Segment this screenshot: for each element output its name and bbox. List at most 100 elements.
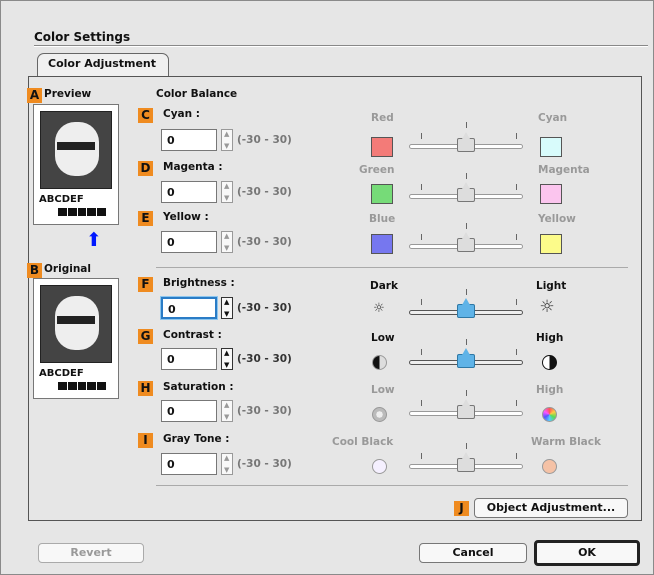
cyan-label: Cyan :: [163, 108, 200, 120]
gray-tone-slider-knob[interactable]: [457, 452, 475, 472]
light-label: Light: [536, 280, 567, 292]
color-balance-heading: Color Balance: [156, 88, 238, 100]
saturation-stepper[interactable]: [221, 400, 233, 422]
yellow-slider-knob[interactable]: [457, 232, 475, 252]
cool-black-icon: [372, 459, 387, 474]
marker-c: C: [138, 108, 153, 123]
brightness-stepper[interactable]: [221, 297, 233, 319]
contrast-slider-center-tick: [466, 339, 467, 345]
gray-tone-stepper[interactable]: [221, 453, 233, 475]
high-contrast-label: High: [536, 332, 564, 344]
saturation-range: (-30 - 30): [237, 405, 292, 417]
window-title: Color Settings: [34, 30, 131, 44]
marker-e: E: [138, 211, 153, 226]
red-swatch: [371, 137, 393, 157]
ok-button[interactable]: OK: [534, 540, 640, 566]
preview-thumbnail: ABCDEF: [33, 104, 119, 225]
brightness-slider-knob[interactable]: [457, 298, 475, 318]
original-thumbnail: ABCDEF: [33, 278, 119, 399]
preview-photo: [40, 111, 112, 189]
magenta-side-label: Magenta: [538, 164, 590, 176]
marker-i: I: [138, 433, 153, 448]
magenta-label: Magenta :: [163, 161, 223, 173]
cyan-slider-center-tick: [466, 122, 467, 128]
yellow-input[interactable]: 0: [161, 231, 217, 253]
cyan-slider-right-tick: [516, 133, 517, 139]
marker-b: B: [27, 263, 42, 278]
cyan-slider-knob[interactable]: [457, 132, 475, 152]
cyan-swatch: [540, 137, 562, 157]
preview-swatches: [58, 208, 106, 216]
blue-label: Blue: [369, 213, 396, 225]
brightness-slider-right-tick: [516, 299, 517, 305]
green-label: Green: [359, 164, 395, 176]
cyan-stepper[interactable]: [221, 129, 233, 151]
yellow-slider-center-tick: [466, 223, 467, 229]
high-saturation-icon: [542, 407, 557, 422]
preview-label: Preview: [44, 88, 92, 100]
warm-black-label: Warm Black: [531, 436, 601, 448]
brightness-range: (-30 - 30): [237, 302, 292, 314]
gray-tone-slider-center-tick: [466, 443, 467, 449]
original-photo: [40, 285, 112, 363]
yellow-label: Yellow :: [163, 211, 209, 223]
saturation-input[interactable]: 0: [161, 400, 217, 422]
marker-g: G: [138, 329, 153, 344]
saturation-slider-right-tick: [516, 400, 517, 406]
preview-sample-text: ABCDEF: [39, 194, 84, 205]
contrast-low-icon: [372, 355, 387, 370]
original-label: Original: [44, 263, 91, 275]
magenta-slider-right-tick: [516, 184, 517, 190]
brightness-input[interactable]: 0: [161, 297, 217, 319]
contrast-slider-knob[interactable]: [457, 348, 475, 368]
cancel-button[interactable]: Cancel: [419, 543, 527, 563]
contrast-input[interactable]: 0: [161, 348, 217, 370]
contrast-slider-right-tick: [516, 349, 517, 355]
yellow-slider-left-tick: [421, 234, 422, 240]
yellow-range: (-30 - 30): [237, 236, 292, 248]
cyan-input[interactable]: 0: [161, 129, 217, 151]
low-contrast-label: Low: [371, 332, 395, 344]
yellow-side-label: Yellow: [538, 213, 576, 225]
gray-tone-range: (-30 - 30): [237, 458, 292, 470]
contrast-slider-left-tick: [421, 349, 422, 355]
magenta-range: (-30 - 30): [237, 186, 292, 198]
gray-tone-label: Gray Tone :: [163, 433, 230, 445]
section-separator-bottom: [156, 485, 628, 486]
object-adjustment-button[interactable]: Object Adjustment...: [474, 498, 628, 518]
saturation-slider-center-tick: [466, 390, 467, 396]
warm-black-icon: [542, 459, 557, 474]
low-saturation-icon: [372, 407, 387, 422]
magenta-stepper[interactable]: [221, 181, 233, 203]
revert-button[interactable]: Revert: [38, 543, 144, 563]
title-separator: [34, 45, 648, 47]
saturation-slider-left-tick: [421, 400, 422, 406]
marker-d: D: [138, 161, 153, 176]
cyan-slider-left-tick: [421, 133, 422, 139]
high-saturation-label: High: [536, 384, 564, 396]
cool-black-label: Cool Black: [332, 436, 394, 448]
magenta-swatch: [540, 184, 562, 204]
original-swatches: [58, 382, 106, 390]
magenta-slider-knob[interactable]: [457, 182, 475, 202]
yellow-slider-right-tick: [516, 234, 517, 240]
marker-h: H: [138, 381, 153, 396]
marker-j: J: [454, 501, 469, 516]
gray-tone-input[interactable]: 0: [161, 453, 217, 475]
blue-swatch: [371, 234, 393, 254]
saturation-slider-knob[interactable]: [457, 399, 475, 419]
cyan-range: (-30 - 30): [237, 134, 292, 146]
tab-label: Color Adjustment: [48, 57, 157, 70]
original-sample-text: ABCDEF: [39, 368, 84, 379]
contrast-label: Contrast :: [163, 329, 222, 341]
yellow-stepper[interactable]: [221, 231, 233, 253]
gray-tone-slider-right-tick: [516, 453, 517, 459]
cyan-side-label: Cyan: [538, 112, 568, 124]
large-sun-icon: ☼: [539, 297, 555, 317]
contrast-stepper[interactable]: [221, 348, 233, 370]
gray-tone-slider-left-tick: [421, 453, 422, 459]
marker-f: F: [138, 277, 153, 292]
brightness-slider-center-tick: [466, 289, 467, 295]
contrast-high-icon: [542, 355, 557, 370]
magenta-input[interactable]: 0: [161, 181, 217, 203]
